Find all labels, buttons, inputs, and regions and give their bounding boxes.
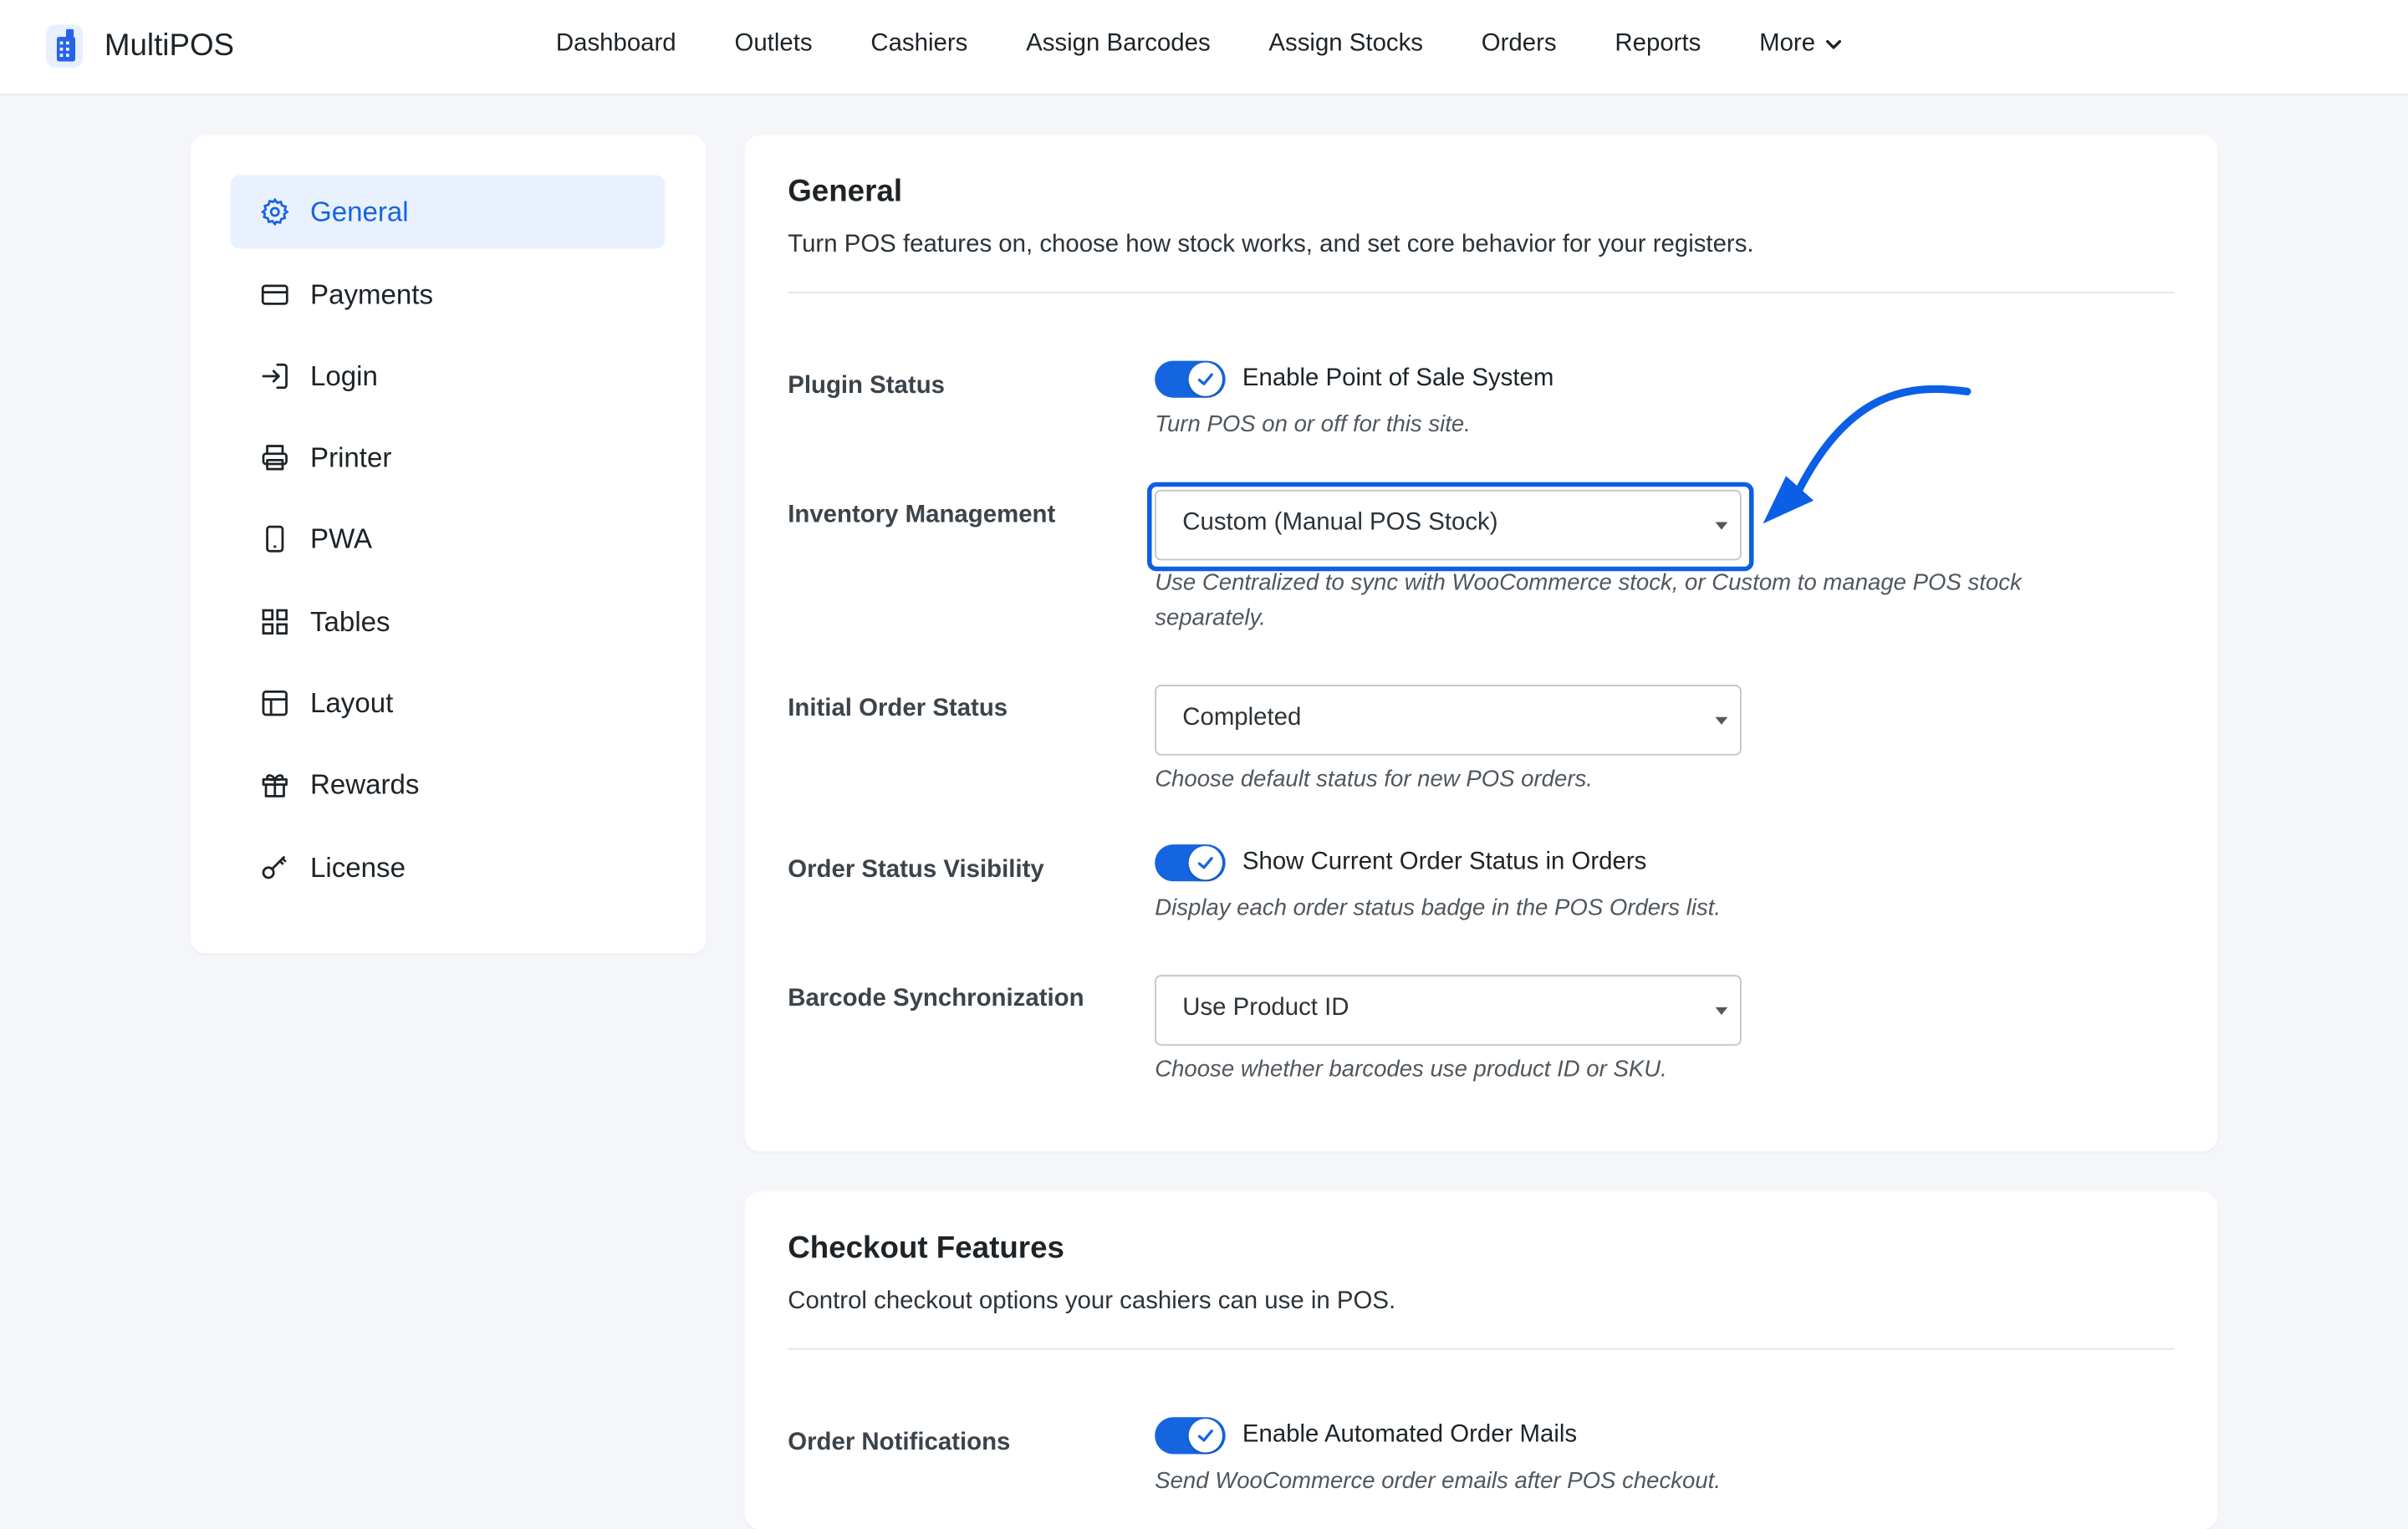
nav-label: Outlets: [734, 30, 813, 57]
sidebar-item-label: License: [310, 851, 406, 883]
gift-icon: [258, 767, 292, 801]
sidebar-item-pwa[interactable]: PWA: [231, 502, 666, 576]
settings-sidebar: General Payments Login Printer PWA Table…: [190, 135, 707, 954]
section-description: Turn POS features on, choose how stock w…: [788, 232, 1754, 258]
annotation-arrow-icon: [1763, 385, 1972, 524]
caret-down-icon: [1715, 716, 1728, 725]
key-icon: [258, 851, 292, 884]
nav-label: Dashboard: [555, 30, 676, 57]
section-title: Checkout Features: [788, 1231, 1064, 1266]
checkout-features-card: Checkout Features Control checkout optio…: [744, 1191, 2218, 1529]
order-status-visibility-hint: Display each order status badge in the P…: [1155, 894, 1722, 922]
order-status-visibility-toggle[interactable]: [1155, 844, 1226, 882]
inventory-management-select[interactable]: Custom (Manual POS Stock): [1155, 489, 1742, 561]
sidebar-item-label: Payments: [310, 278, 434, 310]
check-icon: [1188, 1419, 1223, 1453]
general-settings-card: General Turn POS features on, choose how…: [744, 135, 2218, 1152]
nav-label: Cashiers: [870, 30, 968, 57]
select-value: Custom (Manual POS Stock): [1182, 509, 1498, 537]
sidebar-item-login[interactable]: Login: [231, 339, 666, 413]
section-divider: [788, 291, 2175, 293]
sidebar-item-rewards[interactable]: Rewards: [231, 747, 666, 821]
caret-down-icon: [1715, 1007, 1728, 1016]
sidebar-item-layout[interactable]: Layout: [231, 666, 666, 740]
order-notifications-toggle-label: Enable Automated Order Mails: [1242, 1421, 1578, 1449]
nav-cashiers[interactable]: Cashiers: [870, 31, 967, 59]
plugin-status-toggle-label: Enable Point of Sale System: [1242, 365, 1554, 392]
sidebar-item-label: Login: [310, 359, 378, 391]
nav-label: Orders: [1481, 30, 1557, 57]
sidebar-item-label: Rewards: [310, 768, 420, 800]
brand[interactable]: MultiPOS: [43, 22, 234, 71]
plugin-status-label: Plugin Status: [788, 373, 946, 400]
layout-icon: [258, 686, 292, 720]
nav-label: Assign Stocks: [1268, 30, 1423, 57]
sidebar-item-general[interactable]: General: [230, 175, 666, 249]
nav-assign-barcodes[interactable]: Assign Barcodes: [1026, 31, 1211, 59]
initial-order-status-select[interactable]: Completed: [1155, 685, 1742, 756]
gear-icon: [258, 195, 292, 228]
inventory-management-label: Inventory Management: [788, 502, 1056, 528]
sidebar-item-label: General: [310, 196, 409, 227]
nav-orders[interactable]: Orders: [1482, 31, 1557, 59]
app-name: MultiPOS: [104, 28, 235, 63]
nav-label: Reports: [1615, 30, 1701, 57]
barcode-sync-label: Barcode Synchronization: [788, 986, 1084, 1012]
chevron-down-icon: [1826, 39, 1842, 49]
select-value: Completed: [1182, 705, 1302, 731]
sidebar-item-label: Tables: [310, 605, 390, 637]
nav-outlets[interactable]: Outlets: [734, 31, 812, 59]
order-notifications-label: Order Notifications: [788, 1429, 1011, 1456]
order-notifications-toggle[interactable]: [1155, 1417, 1226, 1455]
credit-card-icon: [258, 278, 292, 311]
nav-dashboard[interactable]: Dashboard: [556, 31, 676, 59]
barcode-sync-select[interactable]: Use Product ID: [1155, 975, 1742, 1046]
select-value: Use Product ID: [1182, 995, 1349, 1022]
printer-icon: [258, 441, 292, 474]
caret-down-icon: [1715, 522, 1728, 530]
sidebar-item-payments[interactable]: Payments: [231, 258, 666, 332]
sidebar-item-label: PWA: [310, 522, 373, 554]
sidebar-item-printer[interactable]: Printer: [231, 420, 666, 494]
section-description: Control checkout options your cashiers c…: [788, 1287, 1396, 1315]
nav-more[interactable]: More: [1759, 31, 1843, 59]
sidebar-item-label: Printer: [310, 441, 392, 472]
nav-reports[interactable]: Reports: [1615, 31, 1701, 59]
main-nav: Dashboard Outlets Cashiers Assign Barcod…: [556, 31, 1843, 59]
barcode-sync-hint: Choose whether barcodes use product ID o…: [1155, 1056, 1667, 1083]
login-icon: [258, 359, 292, 393]
order-notifications-hint: Send WooCommerce order emails after POS …: [1155, 1467, 1721, 1495]
sidebar-item-label: Layout: [310, 686, 394, 718]
inventory-management-hint: Use Centralized to sync with WooCommerce…: [1155, 569, 2022, 631]
multipos-logo-icon: [46, 24, 84, 68]
check-icon: [1188, 362, 1223, 396]
section-title: General: [788, 175, 903, 209]
mobile-icon: [258, 522, 292, 555]
initial-order-status-label: Initial Order Status: [788, 696, 1008, 722]
top-navigation-bar: MultiPOS Dashboard Outlets Cashiers Assi…: [0, 0, 2408, 95]
grid-icon: [258, 605, 292, 639]
plugin-status-hint: Turn POS on or off for this site.: [1155, 411, 1471, 438]
order-status-visibility-label: Order Status Visibility: [788, 856, 1044, 884]
nav-label: Assign Barcodes: [1026, 30, 1211, 57]
nav-assign-stocks[interactable]: Assign Stocks: [1268, 31, 1423, 59]
sidebar-item-license[interactable]: License: [231, 831, 666, 905]
initial-order-status-hint: Choose default status for new POS orders…: [1155, 766, 1593, 793]
order-status-visibility-toggle-label: Show Current Order Status in Orders: [1242, 849, 1647, 875]
nav-label: More: [1759, 30, 1816, 57]
check-icon: [1188, 846, 1223, 880]
sidebar-item-tables[interactable]: Tables: [231, 585, 666, 659]
section-divider: [788, 1348, 2175, 1350]
plugin-status-toggle[interactable]: [1155, 360, 1226, 398]
